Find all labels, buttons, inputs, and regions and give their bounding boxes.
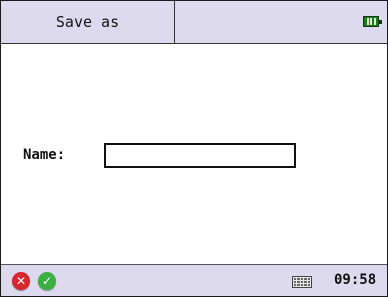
- name-label: Name:: [23, 147, 66, 163]
- cancel-icon[interactable]: ✕: [12, 272, 30, 290]
- clock: 09:58: [334, 272, 377, 288]
- title-bar-status-area: [175, 1, 387, 43]
- ok-icon[interactable]: ✓: [38, 272, 56, 290]
- window-title: Save as: [1, 1, 175, 43]
- status-bar: ✕ ✓ 09:58: [1, 264, 387, 296]
- title-bar: Save as: [1, 1, 387, 44]
- battery-icon: [363, 16, 382, 27]
- keyboard-icon[interactable]: [292, 276, 312, 288]
- save-as-screen: Save as Name: ✕ ✓ 09:58: [0, 0, 388, 297]
- name-input[interactable]: [104, 143, 296, 168]
